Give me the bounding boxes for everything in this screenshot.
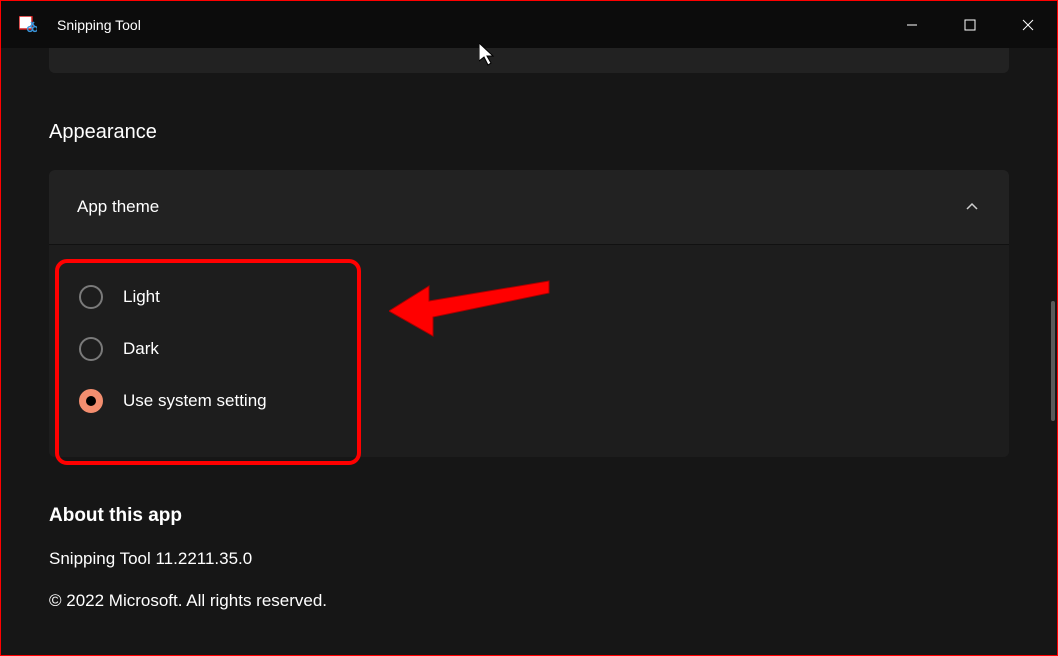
snipping-tool-icon — [19, 16, 37, 34]
radio-icon — [79, 337, 103, 361]
close-button[interactable] — [999, 1, 1057, 48]
radio-label: Light — [123, 287, 160, 307]
radio-dot — [86, 396, 96, 406]
app-theme-card: App theme Light Dark U — [49, 170, 1009, 457]
previous-setting-card[interactable] — [49, 48, 1009, 73]
minimize-button[interactable] — [883, 1, 941, 48]
scrollbar-thumb[interactable] — [1051, 301, 1055, 421]
appearance-heading: Appearance — [49, 121, 1009, 144]
app-theme-header[interactable]: App theme — [49, 170, 1009, 245]
app-theme-label: App theme — [77, 197, 159, 217]
radio-icon-selected — [79, 389, 103, 413]
app-title: Snipping Tool — [57, 17, 141, 33]
settings-content: Appearance App theme Light Dark — [1, 48, 1057, 611]
radio-icon — [79, 285, 103, 309]
radio-option-light[interactable]: Light — [79, 271, 979, 323]
radio-label: Use system setting — [123, 391, 267, 411]
about-heading: About this app — [49, 505, 1009, 527]
radio-option-system[interactable]: Use system setting — [79, 375, 979, 427]
about-version: Snipping Tool 11.2211.35.0 — [49, 549, 1009, 569]
window-controls — [883, 1, 1057, 48]
chevron-up-icon — [965, 200, 979, 214]
app-theme-options: Light Dark Use system setting — [49, 245, 1009, 457]
about-copyright: © 2022 Microsoft. All rights reserved. — [49, 591, 1009, 611]
window-frame: Snipping Tool Appearance App theme — [0, 0, 1058, 656]
radio-label: Dark — [123, 339, 159, 359]
maximize-button[interactable] — [941, 1, 999, 48]
titlebar: Snipping Tool — [1, 1, 1057, 48]
radio-option-dark[interactable]: Dark — [79, 323, 979, 375]
